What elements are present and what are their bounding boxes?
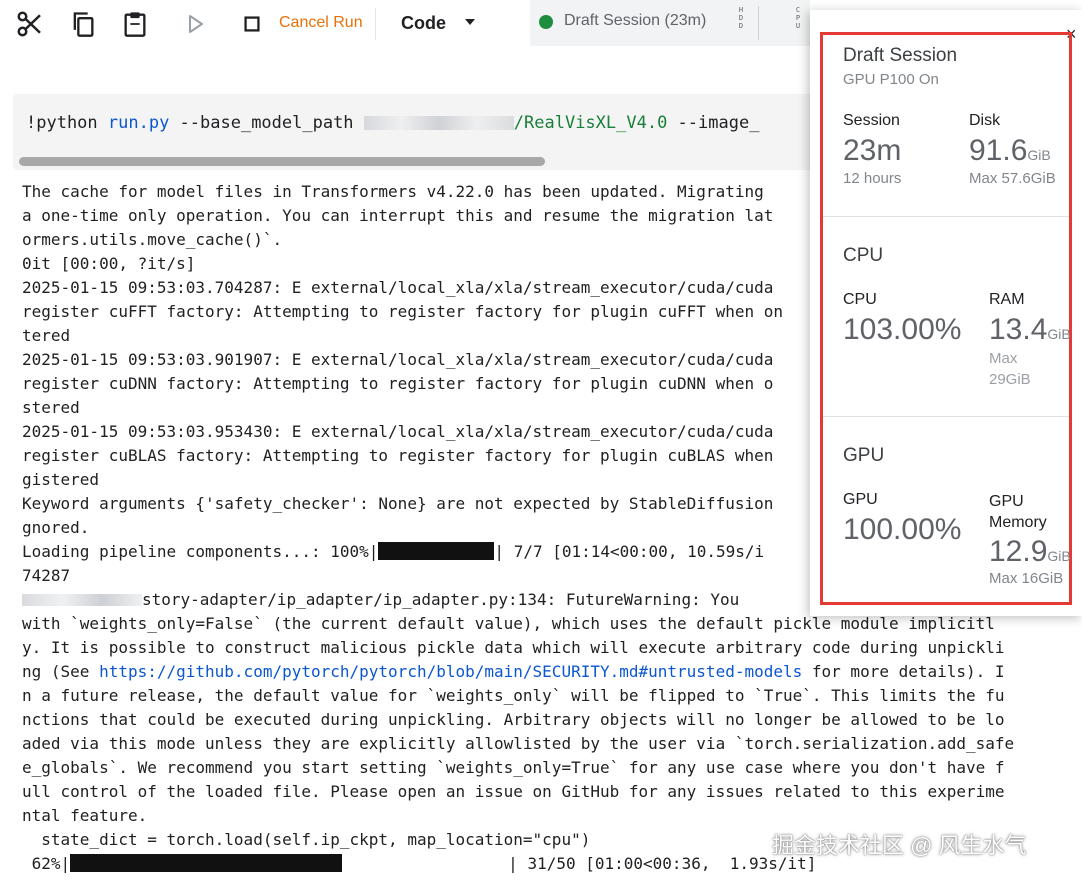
security-link-line: ng (See https://github.com/pytorch/pytor… — [22, 662, 1005, 681]
scissors-icon[interactable] — [14, 8, 46, 40]
section-divider — [823, 216, 1069, 217]
redacted-path — [22, 594, 142, 606]
progress-bar-full — [378, 542, 495, 560]
cancel-run-button[interactable]: Cancel Run — [279, 14, 363, 32]
gpu-memory-value: 12.9GiB — [989, 535, 1071, 568]
cpu-meter-label: CPU — [795, 6, 801, 30]
output-line: n a future release, the default value fo… — [22, 686, 1005, 705]
output-line: ntal feature. — [22, 806, 148, 825]
gpu-label: GPU — [843, 491, 878, 508]
ram-value: 13.4GiB — [989, 313, 1071, 346]
accelerator-status: GPU P100 On — [843, 71, 939, 88]
cell-type-select[interactable]: Code — [401, 13, 446, 34]
clipboard-icon[interactable] — [119, 8, 151, 40]
stop-icon[interactable] — [236, 8, 268, 40]
progress-bar-fill — [70, 854, 343, 872]
ram-max: Max 29GiB — [989, 350, 1031, 388]
disk-value: 91.6GiB — [969, 134, 1051, 167]
warning-text-block-2: n a future release, the default value fo… — [22, 684, 1062, 852]
copy-icon[interactable] — [67, 8, 99, 40]
disk-label: Disk — [969, 112, 1001, 129]
redacted-path — [363, 116, 514, 130]
meter-divider — [758, 6, 759, 40]
play-icon[interactable] — [179, 8, 211, 40]
session-limit: 12 hours — [843, 170, 902, 187]
horizontal-scrollbar[interactable] — [19, 157, 545, 166]
cpu-value: 103.00% — [843, 313, 962, 346]
hdd-meter-label: HDD — [738, 6, 744, 30]
security-link[interactable]: https://github.com/pytorch/pytorch/blob/… — [99, 662, 802, 681]
cpu-label: CPU — [843, 291, 877, 308]
session-label: Session — [843, 112, 900, 129]
gpu-value: 100.00% — [843, 513, 962, 546]
ram-label: RAM — [989, 291, 1025, 308]
output-line: ull control of the loaded file. Please o… — [22, 782, 1005, 801]
code-cell-source[interactable]: !python run.py --base_model_path /RealVi… — [26, 113, 759, 133]
warning-text-block: with `weights_only=False` (the current d… — [22, 612, 1062, 660]
gpu-section-title: GPU — [843, 445, 885, 466]
session-status-chip[interactable]: Draft Session (23m) HDD CPU — [530, 0, 810, 46]
output-line: y. It is possible to construct malicious… — [22, 638, 1005, 657]
disk-max: Max 57.6GiB — [969, 170, 1056, 187]
popup-title: Draft Session — [843, 45, 958, 66]
output-line: aded via this mode unless they are expli… — [22, 734, 1015, 753]
code-cell[interactable]: !python run.py --base_model_path /RealVi… — [13, 94, 813, 170]
watermark: 掘金技术社区 @ 风生水气 — [772, 833, 1027, 858]
gpu-memory-max: Max 16GiB — [989, 570, 1064, 587]
session-value: 23m — [843, 134, 902, 167]
gpu-memory-label: GPU Memory — [989, 493, 1047, 531]
status-dot-icon — [539, 15, 553, 29]
toolbar-divider — [375, 8, 376, 40]
chevron-down-icon[interactable] — [465, 19, 475, 25]
cpu-section-title: CPU — [843, 245, 884, 266]
output-line: nctions that could be executed during un… — [22, 710, 1005, 729]
section-divider — [823, 416, 1069, 417]
session-status-text: Draft Session (23m) — [564, 12, 707, 29]
output-line: e_globals`. We recommend you start setti… — [22, 758, 1005, 777]
